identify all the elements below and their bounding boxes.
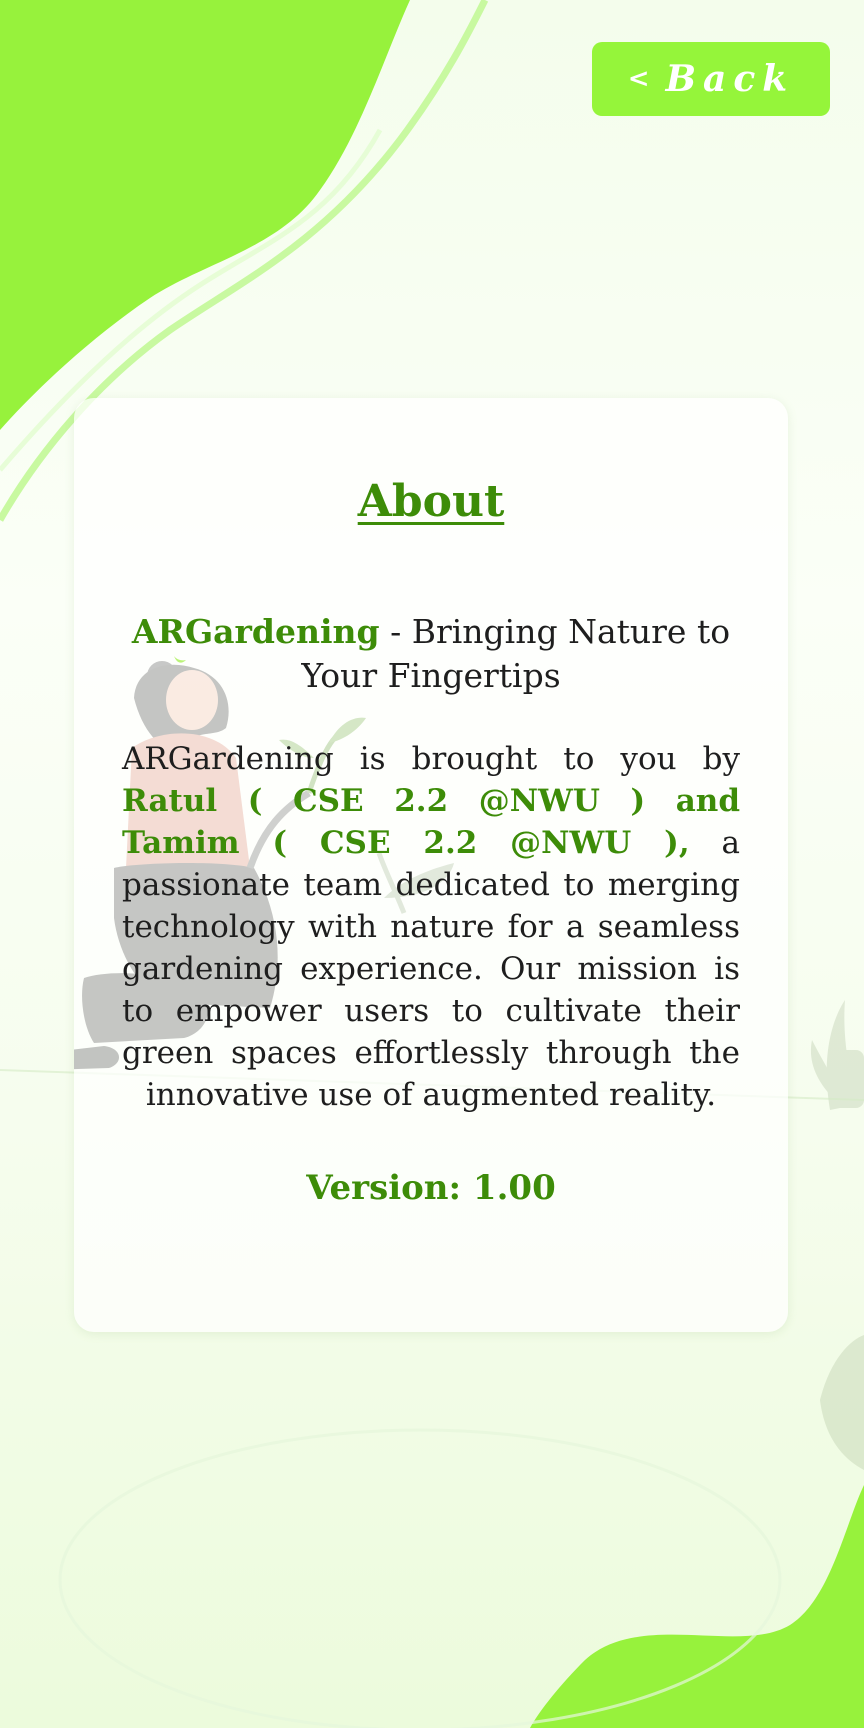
page-title: About <box>357 476 505 527</box>
description-intro: ARGardening is brought to you by <box>122 741 740 777</box>
about-card: About ARGardening - Bringing Nature to Y… <box>74 398 788 1332</box>
tagline: ARGardening - Bringing Nature to Your Fi… <box>122 610 740 698</box>
back-button[interactable]: < Back <box>592 42 830 116</box>
version-label: Version: 1.00 <box>306 1168 556 1208</box>
authors: Ratul ( CSE 2.2 @NWU ) and Tamim ( CSE 2… <box>122 783 740 861</box>
description-body: a passionate team dedicated to merging t… <box>122 825 740 1113</box>
back-button-label: Back <box>665 58 795 100</box>
description: ARGardening is brought to you by Ratul (… <box>122 738 740 1116</box>
about-content: About ARGardening - Bringing Nature to Y… <box>122 398 740 1210</box>
app-name: ARGardening <box>131 612 380 651</box>
chevron-left-icon: < <box>627 64 650 94</box>
